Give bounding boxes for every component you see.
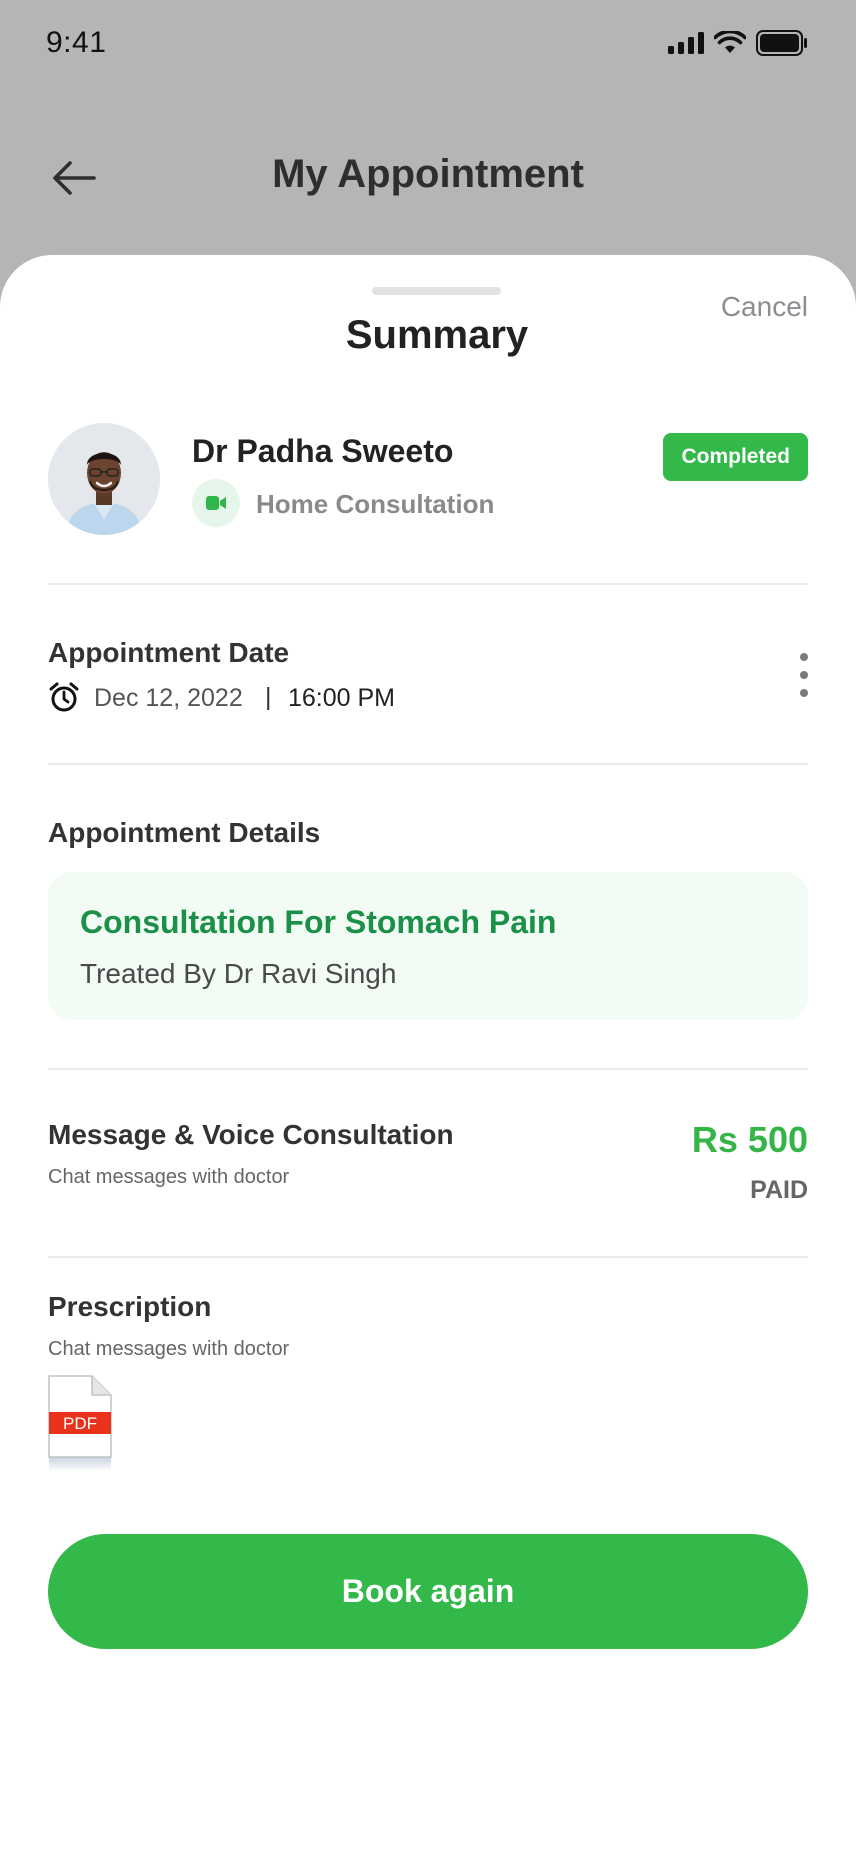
date-time-separator: |: [265, 683, 272, 711]
treated-by-text: Treated By Dr Ravi Singh: [80, 958, 397, 989]
appointment-detail-title: Consultation For Stomach Pain: [80, 904, 557, 940]
wifi-icon: [714, 31, 746, 53]
status-time: 9:41: [46, 26, 107, 59]
payment-status: PAID: [750, 1176, 808, 1204]
battery-icon: [756, 30, 807, 56]
drag-handle[interactable]: [372, 287, 501, 295]
appointment-details-label: Appointment Details: [48, 817, 321, 848]
consultation-type: Home Consultation: [256, 489, 495, 519]
prescription-subtitle: Chat messages with doctor: [48, 1338, 290, 1360]
summary-sheet: Cancel Summary Dr Padha Sweeto Home Cons…: [0, 255, 856, 1852]
pdf-file-icon[interactable]: PDF: [48, 1375, 112, 1475]
appointment-detail-card[interactable]: Consultation For Stomach Pain Treated By…: [48, 872, 808, 1020]
video-camera-icon: [206, 496, 226, 510]
alarm-clock-icon: [49, 682, 79, 712]
status-badge: Completed: [663, 433, 808, 481]
page-title: My Appointment: [0, 152, 856, 197]
page-title-text: My Appointment: [272, 152, 584, 196]
divider: [48, 763, 808, 765]
fee-amount: Rs 500: [691, 1119, 808, 1160]
pdf-label: PDF: [63, 1414, 97, 1433]
video-call-badge: [192, 479, 240, 527]
divider: [48, 583, 808, 585]
status-bar: 9:41: [0, 0, 856, 90]
prescription-title: Prescription: [48, 1291, 212, 1322]
appointment-date-label: Appointment Date: [48, 637, 290, 668]
more-options-icon[interactable]: [798, 653, 810, 697]
divider: [48, 1068, 808, 1070]
status-icons: [668, 30, 808, 56]
cellular-signal-icon: [668, 32, 704, 54]
divider: [48, 1256, 808, 1258]
appointment-date: Dec 12, 2022: [94, 684, 243, 712]
appointment-time: 16:00 PM: [288, 684, 396, 712]
doctor-photo: [48, 423, 160, 535]
doctor-avatar: [48, 423, 160, 535]
fee-title: Message & Voice Consultation: [48, 1119, 454, 1150]
sheet-title: Summary: [345, 313, 529, 357]
book-again-button[interactable]: Book again: [48, 1534, 808, 1649]
fee-subtitle: Chat messages with doctor: [48, 1166, 290, 1188]
doctor-name: Dr Padha Sweeto: [192, 433, 454, 469]
